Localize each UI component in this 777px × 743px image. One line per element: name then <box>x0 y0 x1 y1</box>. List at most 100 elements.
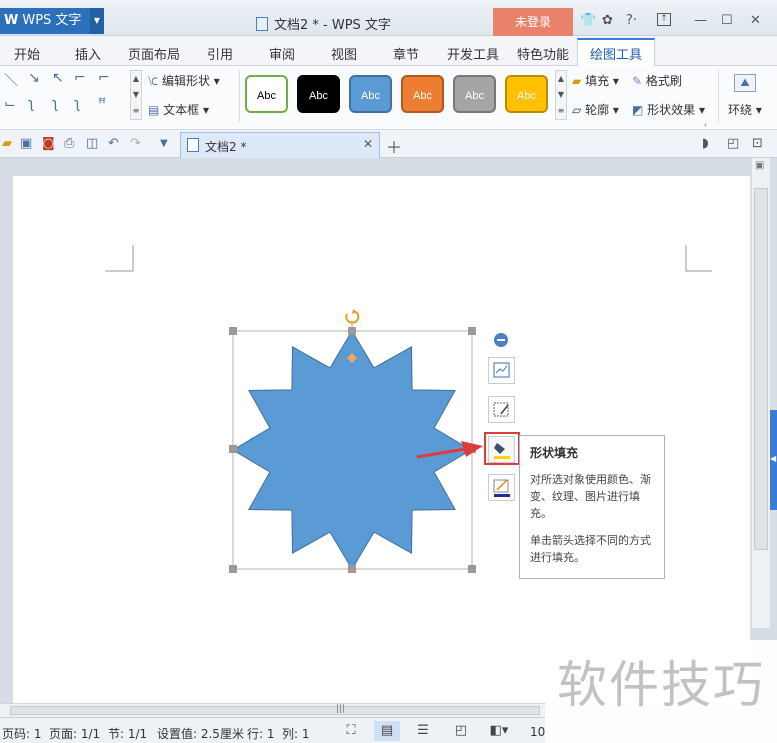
status-page-number: 页码: 1 <box>2 727 42 741</box>
undo-icon[interactable]: ↶ <box>108 136 119 151</box>
tab-insert[interactable]: 插入 <box>75 44 101 63</box>
tab-review[interactable]: 审阅 <box>269 44 295 63</box>
document-tab[interactable]: 文档2 * ✕ <box>180 132 380 158</box>
status-row: 行: 1 <box>247 727 275 741</box>
tab-references[interactable]: 引用 <box>207 44 233 63</box>
chat-icon[interactable]: ✿ <box>602 13 613 28</box>
fullscreen-icon[interactable]: ⛶ <box>338 721 364 741</box>
new-tab-icon[interactable]: ＋ <box>386 134 402 158</box>
text-box-label: 文本框 <box>163 103 200 117</box>
open-folder-icon[interactable]: ▰ <box>2 136 12 151</box>
shape-style-6[interactable]: Abc <box>505 75 548 113</box>
tooltip-hint: 单击箭头选择不同的方式进行填充。 <box>530 534 651 564</box>
tab-features[interactable]: 特色功能 <box>517 44 569 63</box>
shirt-icon[interactable]: 👕 <box>580 13 596 28</box>
scroll-up-icon[interactable]: ▣ <box>755 160 764 171</box>
corner-mark <box>685 245 712 272</box>
brush-style-icon <box>493 402 509 417</box>
tab-drawing-tools[interactable]: 绘图工具 <box>590 44 642 63</box>
close-icon[interactable]: ✕ <box>363 137 373 151</box>
line-icon[interactable]: ＼ <box>4 70 18 90</box>
window-mode-icon[interactable]: ◰ <box>727 136 739 151</box>
dialog-launcher-icon[interactable]: ⌟ <box>703 118 707 127</box>
text-box-button[interactable]: ▤ 文本框 ▾ <box>148 101 209 118</box>
page-view-icon[interactable]: ▤ <box>374 721 400 741</box>
red-arrow-annotation <box>416 441 483 459</box>
help-icon[interactable]: ?· <box>626 13 637 28</box>
shape-outline-button[interactable] <box>488 474 515 501</box>
document-icon <box>256 17 268 31</box>
chevron-down-icon[interactable]: ▼ <box>160 138 168 149</box>
shape-style-1[interactable]: Abc <box>245 75 288 113</box>
fill-button[interactable]: ▰ 填充 ▾ <box>572 72 619 89</box>
shape-style-5[interactable]: Abc <box>453 75 496 113</box>
app-name: WPS 文字 <box>22 13 82 28</box>
tab-view[interactable]: 视图 <box>331 44 357 63</box>
maximize-icon[interactable]: ☐ <box>721 13 733 28</box>
scrollbar-thumb[interactable] <box>754 188 768 550</box>
shape-effects-button[interactable]: ◩ 形状效果 ▾ <box>632 101 705 118</box>
shapes-scroll[interactable]: ▲ ▼ ≡ <box>130 70 142 120</box>
layout-options-icon <box>493 362 510 378</box>
curve-double-icon[interactable]: ʅ <box>74 96 80 112</box>
edit-shape-icon: ⟈ <box>148 74 159 88</box>
save-icon[interactable]: ▣ <box>20 136 32 151</box>
tab-page-layout[interactable]: 页面布局 <box>128 44 180 63</box>
collapse-icon[interactable] <box>493 332 509 348</box>
edit-shape-button[interactable]: ⟈ 编辑形状 ▾ <box>148 72 220 89</box>
pen-outline-icon <box>493 479 510 497</box>
shape-style-2[interactable]: Abc <box>297 75 340 113</box>
shape-style-4[interactable]: Abc <box>401 75 444 113</box>
tab-developer[interactable]: 开发工具 <box>447 44 499 63</box>
close-icon[interactable]: ✕ <box>750 13 761 28</box>
horizontal-scrollbar[interactable]: ||| <box>0 703 545 717</box>
login-button[interactable]: 未登录 <box>493 8 573 36</box>
shape-effects-label: 形状效果 <box>647 103 696 117</box>
double-arrow-icon[interactable]: ↖ <box>52 70 64 86</box>
elbow-connector-icon[interactable]: ⌐ <box>74 70 86 86</box>
side-panel-toggle[interactable]: ◀ <box>770 410 777 510</box>
tab-start[interactable]: 开始 <box>14 44 40 63</box>
chevron-left-icon: ◀ <box>770 454 777 463</box>
reading-mode-icon[interactable]: ◧▾ <box>486 721 512 741</box>
app-menu-button[interactable]: W WPS 文字 ▼ <box>0 8 104 34</box>
window-title: 文档2 * - WPS 文字 <box>256 14 391 33</box>
wps-logo-icon: W <box>4 13 19 28</box>
styles-scroll[interactable]: ▲ ▼ ≡ <box>555 70 567 120</box>
restore-icon[interactable]: ↑ <box>657 13 671 26</box>
print-preview-icon[interactable]: ◫ <box>86 136 98 151</box>
minimize-ribbon-icon[interactable]: ⊡ <box>752 136 763 151</box>
paint-bucket-icon: ▰ <box>572 74 582 88</box>
minimize-icon[interactable]: — <box>694 13 707 28</box>
doc-mode-icon[interactable]: ◗ <box>702 136 709 151</box>
layout-options-button[interactable] <box>488 357 515 384</box>
elbow-double-icon[interactable]: ⌙ <box>4 96 16 112</box>
tab-chapter[interactable]: 章节 <box>393 44 419 63</box>
status-zoom[interactable]: 10 <box>530 725 545 739</box>
format-painter-label: 格式刷 <box>645 74 682 88</box>
outline-view-icon[interactable]: ☰ <box>410 721 436 741</box>
ribbon-divider <box>718 70 719 122</box>
print-icon[interactable]: ⎙ <box>64 136 74 151</box>
arrow-line-icon[interactable]: ↘ <box>28 70 40 86</box>
tooltip-description: 对所选对象使用颜色、渐变、纹理、图片进行填充。 <box>530 473 651 520</box>
vertical-scrollbar[interactable]: ▣ <box>752 158 770 628</box>
web-view-icon[interactable]: ◰ <box>448 721 474 741</box>
freeform-icon[interactable]: ꟸ <box>98 96 106 112</box>
shape-style-3[interactable]: Abc <box>349 75 392 113</box>
shape-style-button[interactable] <box>488 396 515 423</box>
outline-button[interactable]: ▱ 轮廓 ▾ <box>572 101 619 118</box>
wrap-button[interactable]: 环绕 ▾ <box>728 101 762 118</box>
watermark: 软件技巧 <box>545 640 777 743</box>
scrollbar-thumb[interactable] <box>10 706 540 715</box>
ribbon-divider <box>239 70 240 122</box>
curve-arrow-icon[interactable]: ʅ <box>52 96 58 112</box>
redo-icon[interactable]: ↷ <box>130 136 141 151</box>
curve-connector-icon[interactable]: ʅ <box>28 96 34 112</box>
grip-icon: ||| <box>336 704 346 714</box>
export-pdf-icon[interactable]: ◙ <box>42 136 55 151</box>
elbow-arrow-icon[interactable]: ⌐ <box>98 70 110 86</box>
format-painter-button[interactable]: ✎ 格式刷 <box>632 72 682 89</box>
brush-icon: ✎ <box>632 74 643 88</box>
wrap-icon[interactable]: ⛰ <box>734 74 756 92</box>
